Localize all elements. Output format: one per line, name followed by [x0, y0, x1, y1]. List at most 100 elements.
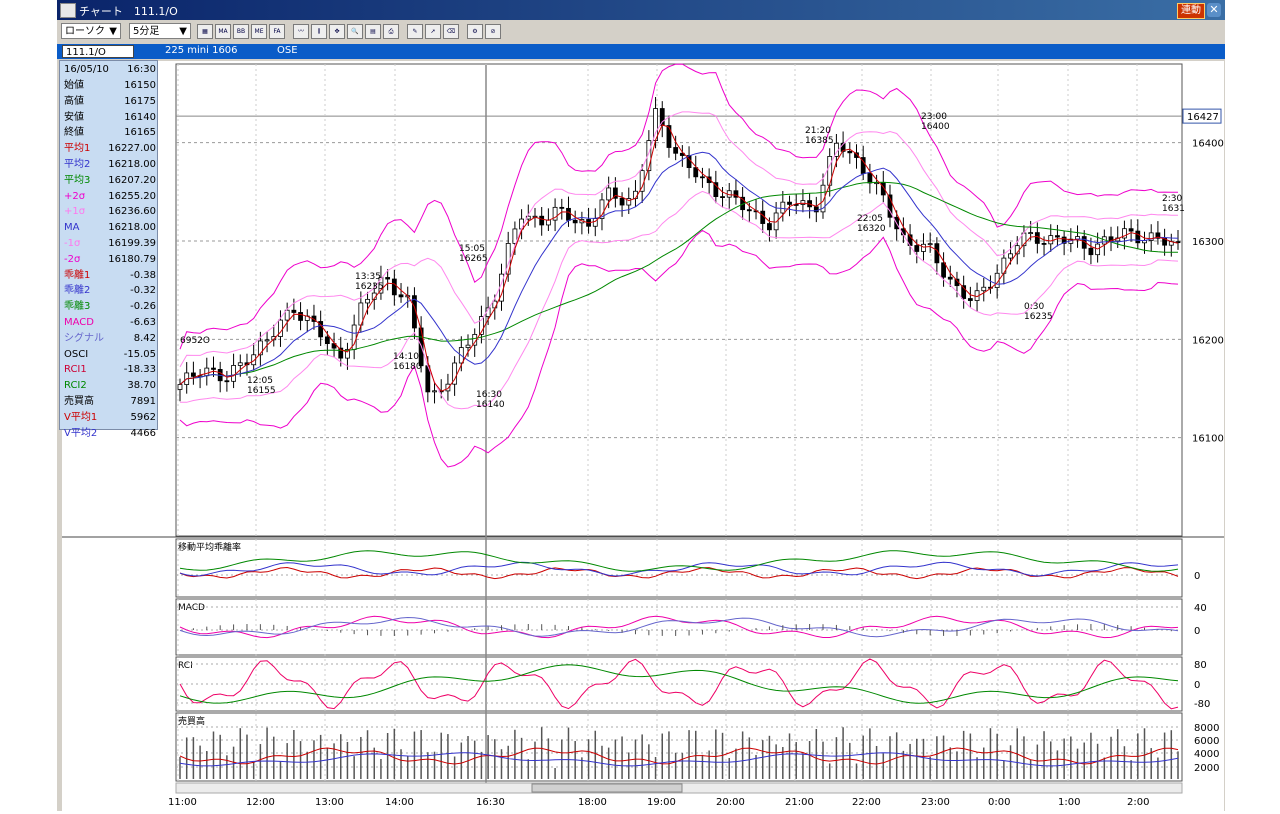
info-row: 乖離1 -0.38	[64, 269, 156, 283]
info-value: 16140	[124, 111, 156, 123]
ma-icon[interactable]: MA	[215, 24, 231, 39]
info-value: 16180.79	[108, 253, 156, 265]
rci1-line	[179, 658, 1179, 710]
price-annotation-value: 16400	[921, 122, 950, 132]
fa-icon[interactable]: FA	[269, 24, 285, 39]
line-chart-icon[interactable]: 〰	[293, 24, 309, 39]
info-label: +2σ	[64, 190, 86, 202]
toolbar: ローソク ▼ 5分足 ▼ ▦ MA BB ME FA 〰 ⫼ ✥ 🔍 ▤ ⎙ ✎…	[57, 21, 1225, 43]
candle-body	[566, 207, 571, 221]
candle-body	[760, 210, 766, 224]
price-tick-label: 16300	[1192, 237, 1224, 248]
symbol-exchange: OSE	[277, 45, 298, 56]
ma3-line	[179, 181, 1178, 385]
time-tick-label: 1:00	[1058, 797, 1080, 808]
time-tick-label: 23:00	[921, 797, 950, 808]
bb-icon[interactable]: BB	[233, 24, 249, 39]
indicator-tick-label: 8000	[1194, 723, 1219, 734]
candle-body	[1041, 243, 1047, 245]
time-tick-label: 20:00	[716, 797, 745, 808]
info-row: 高値 16175	[64, 95, 156, 109]
me-icon[interactable]: ME	[251, 24, 267, 39]
candle-body	[298, 312, 303, 321]
candle-body	[1088, 247, 1094, 256]
candle-body	[539, 215, 545, 226]
price-annotation-time: 0:30	[1024, 302, 1044, 312]
price-annotation-time: 2:30	[1162, 194, 1182, 204]
arrow-cursor-icon[interactable]: ➚	[425, 24, 441, 39]
info-label: 売買高	[64, 396, 94, 407]
info-row: MA 16218.00	[64, 221, 156, 235]
chart-area[interactable]: 16400 16300 16200 16100 16427 11:00 12:00 13:00…	[62, 61, 1224, 811]
info-value: -18.33	[123, 364, 156, 376]
deviation1-line	[179, 566, 1179, 580]
time-tick-label: 12:00	[246, 797, 275, 808]
scrollbar-thumb[interactable]	[531, 783, 683, 793]
info-row: RCI1 -18.33	[64, 363, 156, 377]
print-icon[interactable]: ⎙	[383, 24, 399, 39]
candle-body	[237, 362, 243, 366]
indicator-tick-label: -80	[1194, 699, 1210, 710]
cursor-move-icon[interactable]: ✥	[329, 24, 345, 39]
price-annotation-time: 6952O	[180, 336, 210, 346]
indicator-tick-label: 0	[1194, 680, 1200, 691]
close-icon[interactable]: ✕	[1207, 3, 1221, 17]
candle-body	[981, 286, 987, 292]
info-value: 16165	[124, 127, 156, 139]
candle-body	[767, 223, 772, 231]
price-annotation-value: 16180	[393, 362, 422, 372]
info-row: +2σ 16255.20	[64, 190, 156, 204]
price-annotation-value: 16385	[805, 136, 834, 146]
time-tick-label: 14:00	[385, 797, 414, 808]
eraser-icon[interactable]: ⌫	[443, 24, 459, 39]
symbol-input[interactable]: 111.1/O	[62, 45, 134, 58]
candle-body	[1128, 228, 1134, 232]
candle-body	[365, 298, 370, 304]
info-value: 5962	[130, 411, 156, 423]
indicator-settings-icon[interactable]: ▦	[197, 24, 213, 39]
pen-icon[interactable]: ✎	[407, 24, 423, 39]
candle-chart-icon[interactable]: ⫼	[311, 24, 327, 39]
candle-body	[927, 243, 933, 246]
indicator-tick-label: 6000	[1194, 736, 1219, 747]
time-tick-label: 19:00	[647, 797, 676, 808]
info-label: 安値	[64, 111, 84, 123]
candle-body	[1028, 232, 1034, 235]
info-row: 売買高 7891	[64, 395, 156, 409]
candle-body	[559, 206, 565, 209]
table-icon[interactable]: ▤	[365, 24, 381, 39]
chart-type-select[interactable]: ローソク ▼	[61, 23, 121, 39]
no-draw-icon[interactable]: ⊘	[485, 24, 501, 39]
price-annotation-value: 16265	[459, 254, 488, 264]
info-label: RCI2	[64, 380, 87, 392]
chart-app-icon	[60, 3, 76, 18]
indicator-tick-label: 4000	[1194, 749, 1219, 760]
info-value: 7891	[130, 396, 156, 407]
info-value: 16218.00	[108, 159, 156, 170]
info-time: 16:30	[127, 64, 156, 75]
info-label: +1σ	[64, 206, 86, 218]
candle-body	[519, 218, 524, 230]
price-annotation-time: 15:05	[459, 244, 485, 254]
info-label: 乖離2	[64, 285, 91, 297]
title-bar: チャート 111.1/O 連動 ✕	[57, 0, 1225, 20]
link-button[interactable]: 連動	[1177, 3, 1205, 19]
info-label: 平均3	[64, 174, 91, 186]
magnifier-icon[interactable]: 🔍	[347, 24, 363, 39]
chart-svg[interactable]: 16400 16300 16200 16100 16427 11:00 12:00 13:00…	[62, 61, 1224, 811]
candle-body	[666, 125, 672, 148]
interval-select[interactable]: 5分足 ▼	[129, 23, 191, 39]
price-tick-label: 16100	[1192, 434, 1224, 445]
candle-body	[921, 243, 926, 252]
info-label: 乖離3	[64, 301, 91, 313]
time-tick-label: 0:00	[988, 797, 1010, 808]
price-annotation-time: 16:30	[476, 390, 502, 400]
price-annotation-value: 16140	[476, 400, 505, 410]
candle-body	[867, 173, 873, 184]
info-value: 16236.60	[108, 206, 156, 218]
candle-body	[639, 170, 645, 192]
price-annotation-value: 16320	[857, 224, 886, 234]
window-title: チャート 111.1/O	[79, 5, 178, 18]
info-row: RCI2 38.70	[64, 379, 156, 393]
settings-icon[interactable]: ⚙	[467, 24, 483, 39]
